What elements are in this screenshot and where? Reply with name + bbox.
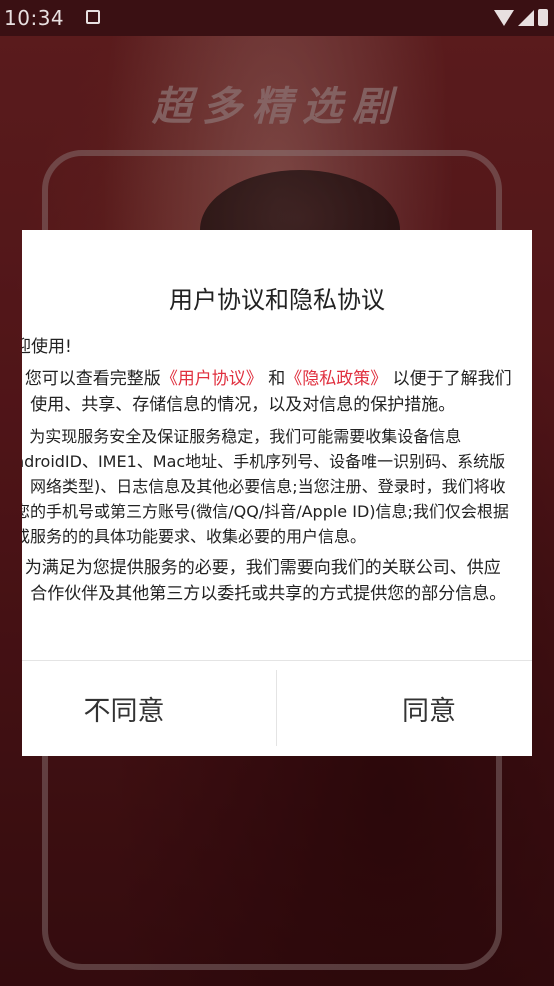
disagree-button[interactable]: 不同意: [22, 661, 226, 756]
paragraph-3-text-2: 合作伙伴及其他第三方以委托或共享的方式提供您的部分信息。: [30, 584, 507, 604]
paragraph-3-line-2: 合作伙伴及其他第三方以委托或共享的方式提供您的部分信息。: [22, 581, 532, 607]
signal-icon: [518, 9, 534, 26]
user-agreement-link[interactable]: 《用户协议》: [161, 369, 263, 389]
paragraph-1-text-d: 使用、共享、存储信息的情况，以及对信息的保护措施。: [30, 395, 456, 415]
status-icons: [494, 9, 548, 26]
paragraph-2-line-3: 、网络类型)、日志信息及其他必要信息;当您注册、登录时，我们将收: [22, 477, 506, 496]
agreement-dialog: 用户协议和隐私协议 迎使用! 您可以查看完整版《用户协议》 和《隐私政策》 以便…: [22, 230, 532, 756]
welcome-text: 迎使用!: [22, 337, 72, 357]
agree-button[interactable]: 同意: [277, 661, 532, 756]
notification-icon: [86, 10, 100, 24]
dialog-body: 迎使用! 您可以查看完整版《用户协议》 和《隐私政策》 以便于了解我们 使用、共…: [22, 334, 532, 607]
paragraph-1-line-1: 您可以查看完整版《用户协议》 和《隐私政策》 以便于了解我们: [22, 366, 532, 392]
paragraph-1-text-b: 和: [268, 369, 286, 389]
paragraph-2-line-1: 为实现服务安全及保证服务稳定，我们可能需要收集设备信息: [22, 424, 532, 449]
dialog-title: 用户协议和隐私协议: [169, 286, 385, 314]
paragraph-1-text-c: 以便于了解我们: [392, 369, 512, 389]
status-bar: 10:34: [0, 0, 554, 36]
wifi-icon: [494, 9, 514, 26]
app-screen: 10:34 超多精选剧 用户协议和隐私协议 迎使用! 您可以查看完整版《用户协议…: [0, 0, 554, 986]
paragraph-1-text-a: 您可以查看完整版: [24, 369, 161, 389]
privacy-policy-link[interactable]: 《隐私政策》: [285, 369, 387, 389]
paragraph-1-line-2: 使用、共享、存储信息的情况，以及对信息的保护措施。: [22, 392, 532, 418]
paragraph-2-line-2: ndroidID、IME1、Mac地址、手机序列号、设备唯一识别码、系统版: [22, 452, 506, 471]
paragraph-2-line-5: 或服务的的具体功能要求、收集必要的用户信息。: [22, 527, 367, 546]
paragraph-2-line-4: 您的手机号或第三方账号(微信/QQ/抖音/Apple ID)信息;我们仅会根据: [22, 502, 509, 521]
paragraph-2-text-1: 为实现服务安全及保证服务稳定，我们可能需要收集设备信息: [29, 427, 462, 446]
battery-icon: [538, 9, 548, 26]
paragraph-3-line-1: 为满足为您提供服务的必要，我们需要向我们的关联公司、供应: [22, 555, 532, 581]
paragraph-3-text-1: 为满足为您提供服务的必要，我们需要向我们的关联公司、供应: [24, 558, 501, 578]
status-time: 10:34: [4, 6, 65, 30]
